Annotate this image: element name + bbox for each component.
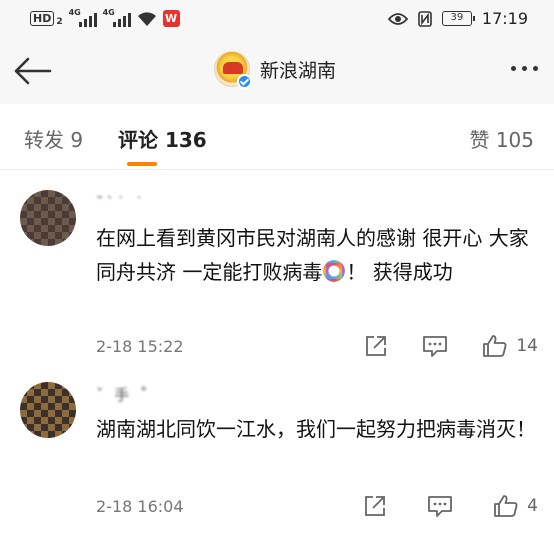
account-avatar[interactable]	[214, 51, 252, 89]
wifi-icon	[137, 11, 157, 27]
status-bar-left: HD 2 4G 4G W	[30, 7, 180, 27]
hd-label: HD	[33, 12, 52, 25]
comment-time: 2-18 15:22	[96, 337, 184, 356]
status-bar-right: 39 17:19	[387, 9, 528, 28]
verified-badge-icon	[237, 74, 252, 89]
weibo-notification-icon: W	[162, 10, 180, 27]
eye-comfort-icon	[387, 12, 408, 26]
network-type: 4G	[68, 7, 81, 17]
like-button[interactable]: 4	[493, 494, 538, 518]
header: 新浪湖南	[0, 38, 554, 104]
comment-text-part: ！ 获得成功	[346, 260, 453, 284]
comment-meta: 2-18 15:22 14	[96, 334, 538, 360]
ribbon-emoji-icon	[323, 260, 346, 282]
comment-divider	[0, 360, 554, 370]
comment-item: ˇ 手 ˚ 湖南湖北同饮一江水，我们一起努力把病毒消灭！ 2-18 16:04 …	[0, 370, 554, 540]
status-bar: HD 2 4G 4G W 39 17:19	[0, 0, 554, 38]
like-button[interactable]: 14	[482, 334, 538, 358]
back-arrow-icon	[12, 57, 52, 85]
tab-likes[interactable]: 赞 105	[469, 124, 534, 153]
active-tab-indicator	[127, 162, 157, 166]
sim-indicator: 2	[56, 16, 63, 27]
nfc-icon	[418, 10, 432, 27]
tab-comments[interactable]: 评论 136	[118, 124, 207, 153]
share-button[interactable]	[363, 494, 387, 518]
hd-voice-icon: HD	[30, 11, 55, 26]
status-time: 17:19	[481, 9, 528, 28]
comment-text: 在网上看到黄冈市民对湖南人的感谢 很开心 大家同舟共济 一定能打败病毒！ 获得成…	[96, 221, 536, 289]
comment-item: ˘ˋ˙ ˙ 在网上看到黄冈市民对湖南人的感谢 很开心 大家同舟共济 一定能打败病…	[0, 176, 554, 360]
share-button[interactable]	[364, 334, 388, 358]
comment-author[interactable]: ˇ 手 ˚	[96, 384, 151, 405]
comment-author[interactable]: ˘ˋ˙ ˙	[96, 194, 146, 212]
reply-button[interactable]	[427, 494, 453, 518]
avatar[interactable]	[20, 382, 76, 438]
logo-mark	[223, 62, 243, 74]
like-count: 4	[527, 496, 538, 516]
tab-bar: 转发 9 评论 136 赞 105	[0, 104, 554, 170]
network-type: 4G	[102, 7, 115, 17]
reply-button[interactable]	[422, 334, 448, 358]
signal-icon: 4G	[68, 7, 97, 27]
page-title: 新浪湖南	[260, 59, 337, 82]
comment-actions: 4	[363, 494, 538, 518]
tab-repost[interactable]: 转发 9	[24, 124, 83, 153]
share-icon	[364, 334, 388, 358]
battery-icon: 39	[441, 11, 475, 26]
comment-meta: 2-18 16:04 4	[96, 494, 538, 520]
comment-icon	[422, 334, 448, 358]
more-icon[interactable]	[511, 66, 538, 71]
comment-text: 湖南湖北同饮一江水，我们一起努力把病毒消灭！	[96, 417, 536, 441]
comment-time: 2-18 16:04	[96, 497, 184, 516]
like-count: 14	[516, 336, 538, 356]
thumbs-up-icon	[493, 494, 519, 518]
comment-actions: 14	[364, 334, 538, 358]
avatar[interactable]	[20, 190, 76, 246]
account-title[interactable]: 新浪湖南	[214, 51, 337, 89]
back-button[interactable]	[12, 55, 56, 87]
share-icon	[363, 494, 387, 518]
comment-icon	[427, 494, 453, 518]
signal-icon: 4G	[102, 7, 131, 27]
thumbs-up-icon	[482, 334, 508, 358]
comment-text-part: 在网上看到黄冈市民对湖南人的感谢 很开心 大家同舟共济 一定能打败病毒	[96, 226, 529, 284]
